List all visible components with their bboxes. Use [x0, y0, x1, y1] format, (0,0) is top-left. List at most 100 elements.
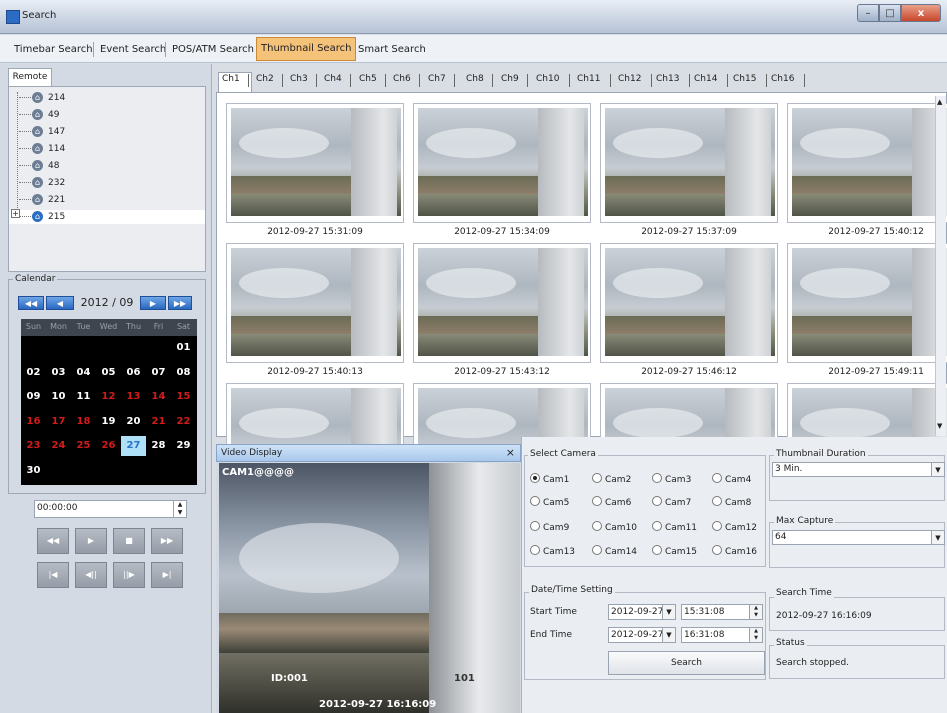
- tab-channel-13[interactable]: Ch13: [656, 74, 679, 84]
- tab-pos-atm-search[interactable]: POS/ATM Search: [168, 40, 258, 60]
- scroll-up-icon[interactable]: ▲: [937, 98, 942, 106]
- camera-radio-1[interactable]: Cam1: [530, 473, 569, 485]
- camera-radio-11[interactable]: Cam11: [652, 521, 697, 533]
- calendar-day[interactable]: 23: [21, 436, 46, 456]
- calendar-day[interactable]: 18: [71, 412, 96, 432]
- tab-channel-10[interactable]: Ch10: [536, 74, 559, 84]
- tab-channel-7[interactable]: Ch7: [428, 74, 446, 84]
- calendar-day[interactable]: 12: [96, 387, 121, 407]
- radio-icon[interactable]: [530, 545, 540, 555]
- time-spin-buttons[interactable]: ▲ ▼: [173, 501, 186, 517]
- calendar-day[interactable]: 02: [21, 363, 46, 383]
- time-spinner[interactable]: 00:00:00 ▲ ▼: [34, 500, 187, 518]
- tree-item[interactable]: ⌂ 49: [9, 108, 205, 122]
- start-time-input[interactable]: 15:31:08 ▲ ▼: [681, 604, 763, 620]
- video-close-icon[interactable]: ×: [506, 446, 515, 459]
- radio-icon[interactable]: [592, 473, 602, 483]
- tree-item[interactable]: ⌂ 48: [9, 159, 205, 173]
- tree-item[interactable]: ⌂ 232: [9, 176, 205, 190]
- calendar-day-selected[interactable]: 27: [121, 436, 146, 456]
- calendar-day[interactable]: 30: [21, 461, 46, 481]
- radio-icon[interactable]: [712, 496, 722, 506]
- spin-up-icon[interactable]: ▲: [178, 501, 183, 508]
- radio-icon[interactable]: [652, 521, 662, 531]
- tab-channel-2[interactable]: Ch2: [256, 74, 274, 84]
- maximize-icon[interactable]: □: [879, 4, 901, 22]
- calendar-day[interactable]: 16: [21, 412, 46, 432]
- thumbnail[interactable]: [413, 103, 591, 223]
- fast-rewind-button[interactable]: ◀◀: [37, 528, 69, 554]
- start-date-picker[interactable]: 2012-09-27 ▼: [608, 604, 676, 620]
- tab-channel-4[interactable]: Ch4: [324, 74, 342, 84]
- camera-radio-13[interactable]: Cam13: [530, 545, 575, 557]
- spin-down-icon[interactable]: ▼: [178, 509, 183, 516]
- tab-channel-12[interactable]: Ch12: [618, 74, 641, 84]
- tab-channel-15[interactable]: Ch15: [733, 74, 756, 84]
- camera-radio-16[interactable]: Cam16: [712, 545, 757, 557]
- calendar-day[interactable]: 05: [96, 363, 121, 383]
- radio-icon[interactable]: [530, 473, 540, 483]
- radio-icon[interactable]: [652, 545, 662, 555]
- thumbnail[interactable]: [413, 243, 591, 363]
- radio-icon[interactable]: [652, 473, 662, 483]
- fast-forward-button[interactable]: ▶▶: [151, 528, 183, 554]
- calendar-day[interactable]: 25: [71, 436, 96, 456]
- tree-item[interactable]: ⌂ 114: [9, 142, 205, 156]
- tab-thumbnail-search[interactable]: Thumbnail Search: [256, 37, 357, 61]
- calendar-day[interactable]: 20: [121, 412, 146, 432]
- play-button[interactable]: ▶: [75, 528, 107, 554]
- radio-icon[interactable]: [592, 521, 602, 531]
- camera-radio-6[interactable]: Cam6: [592, 496, 631, 508]
- thumbnail[interactable]: [226, 103, 404, 223]
- end-date-picker[interactable]: 2012-09-27 ▼: [608, 627, 676, 643]
- tab-remote[interactable]: Remote: [8, 68, 52, 86]
- thumbnail[interactable]: [787, 243, 947, 363]
- calendar-day[interactable]: 06: [121, 363, 146, 383]
- calendar-day[interactable]: 29: [171, 436, 196, 456]
- thumbnail[interactable]: [600, 243, 778, 363]
- calendar-day[interactable]: 01: [171, 338, 196, 358]
- tab-smart-search[interactable]: Smart Search: [354, 40, 430, 60]
- camera-radio-12[interactable]: Cam12: [712, 521, 757, 533]
- thumbnail[interactable]: [787, 103, 947, 223]
- radio-icon[interactable]: [712, 473, 722, 483]
- end-time-spin[interactable]: ▲ ▼: [749, 628, 762, 642]
- tab-channel-14[interactable]: Ch14: [694, 74, 717, 84]
- camera-radio-2[interactable]: Cam2: [592, 473, 631, 485]
- radio-icon[interactable]: [592, 545, 602, 555]
- chevron-down-icon[interactable]: ▼: [931, 531, 944, 544]
- thumbnail-duration-select[interactable]: 3 Min. ▼: [772, 462, 945, 477]
- last-frame-button[interactable]: ▶|: [151, 562, 183, 588]
- first-frame-button[interactable]: |◀: [37, 562, 69, 588]
- camera-radio-14[interactable]: Cam14: [592, 545, 637, 557]
- calendar-day[interactable]: 10: [46, 387, 71, 407]
- expand-icon[interactable]: +: [11, 209, 20, 218]
- minimize-icon[interactable]: –: [857, 4, 879, 22]
- camera-radio-4[interactable]: Cam4: [712, 473, 751, 485]
- end-time-input[interactable]: 16:31:08 ▲ ▼: [681, 627, 763, 643]
- calendar-day[interactable]: 19: [96, 412, 121, 432]
- radio-icon[interactable]: [592, 496, 602, 506]
- next-year-button[interactable]: ▶▶: [168, 296, 192, 310]
- calendar-day[interactable]: 24: [46, 436, 71, 456]
- calendar-day[interactable]: 14: [146, 387, 171, 407]
- camera-radio-8[interactable]: Cam8: [712, 496, 751, 508]
- camera-radio-5[interactable]: Cam5: [530, 496, 569, 508]
- calendar-day[interactable]: 04: [71, 363, 96, 383]
- calendar-day[interactable]: 15: [171, 387, 196, 407]
- calendar-day[interactable]: 21: [146, 412, 171, 432]
- tab-event-search[interactable]: Event Search: [96, 40, 170, 60]
- close-icon[interactable]: x: [901, 4, 941, 22]
- calendar-day[interactable]: 17: [46, 412, 71, 432]
- search-button[interactable]: Search: [608, 651, 765, 675]
- video-frame[interactable]: CAM1@@@@ ID:001 101 2012-09-27 16:16:09: [219, 463, 520, 713]
- max-capture-select[interactable]: 64 ▼: [772, 530, 945, 545]
- thumbnail-scrollbar[interactable]: ▲ ▼: [935, 96, 946, 436]
- tree-item[interactable]: ⌂ 214: [9, 91, 205, 105]
- prev-year-button[interactable]: ◀◀: [18, 296, 44, 310]
- thumbnail[interactable]: [226, 243, 404, 363]
- tree-item[interactable]: ⌂ 147: [9, 125, 205, 139]
- calendar-day[interactable]: 07: [146, 363, 171, 383]
- camera-radio-3[interactable]: Cam3: [652, 473, 691, 485]
- calendar-day[interactable]: 11: [71, 387, 96, 407]
